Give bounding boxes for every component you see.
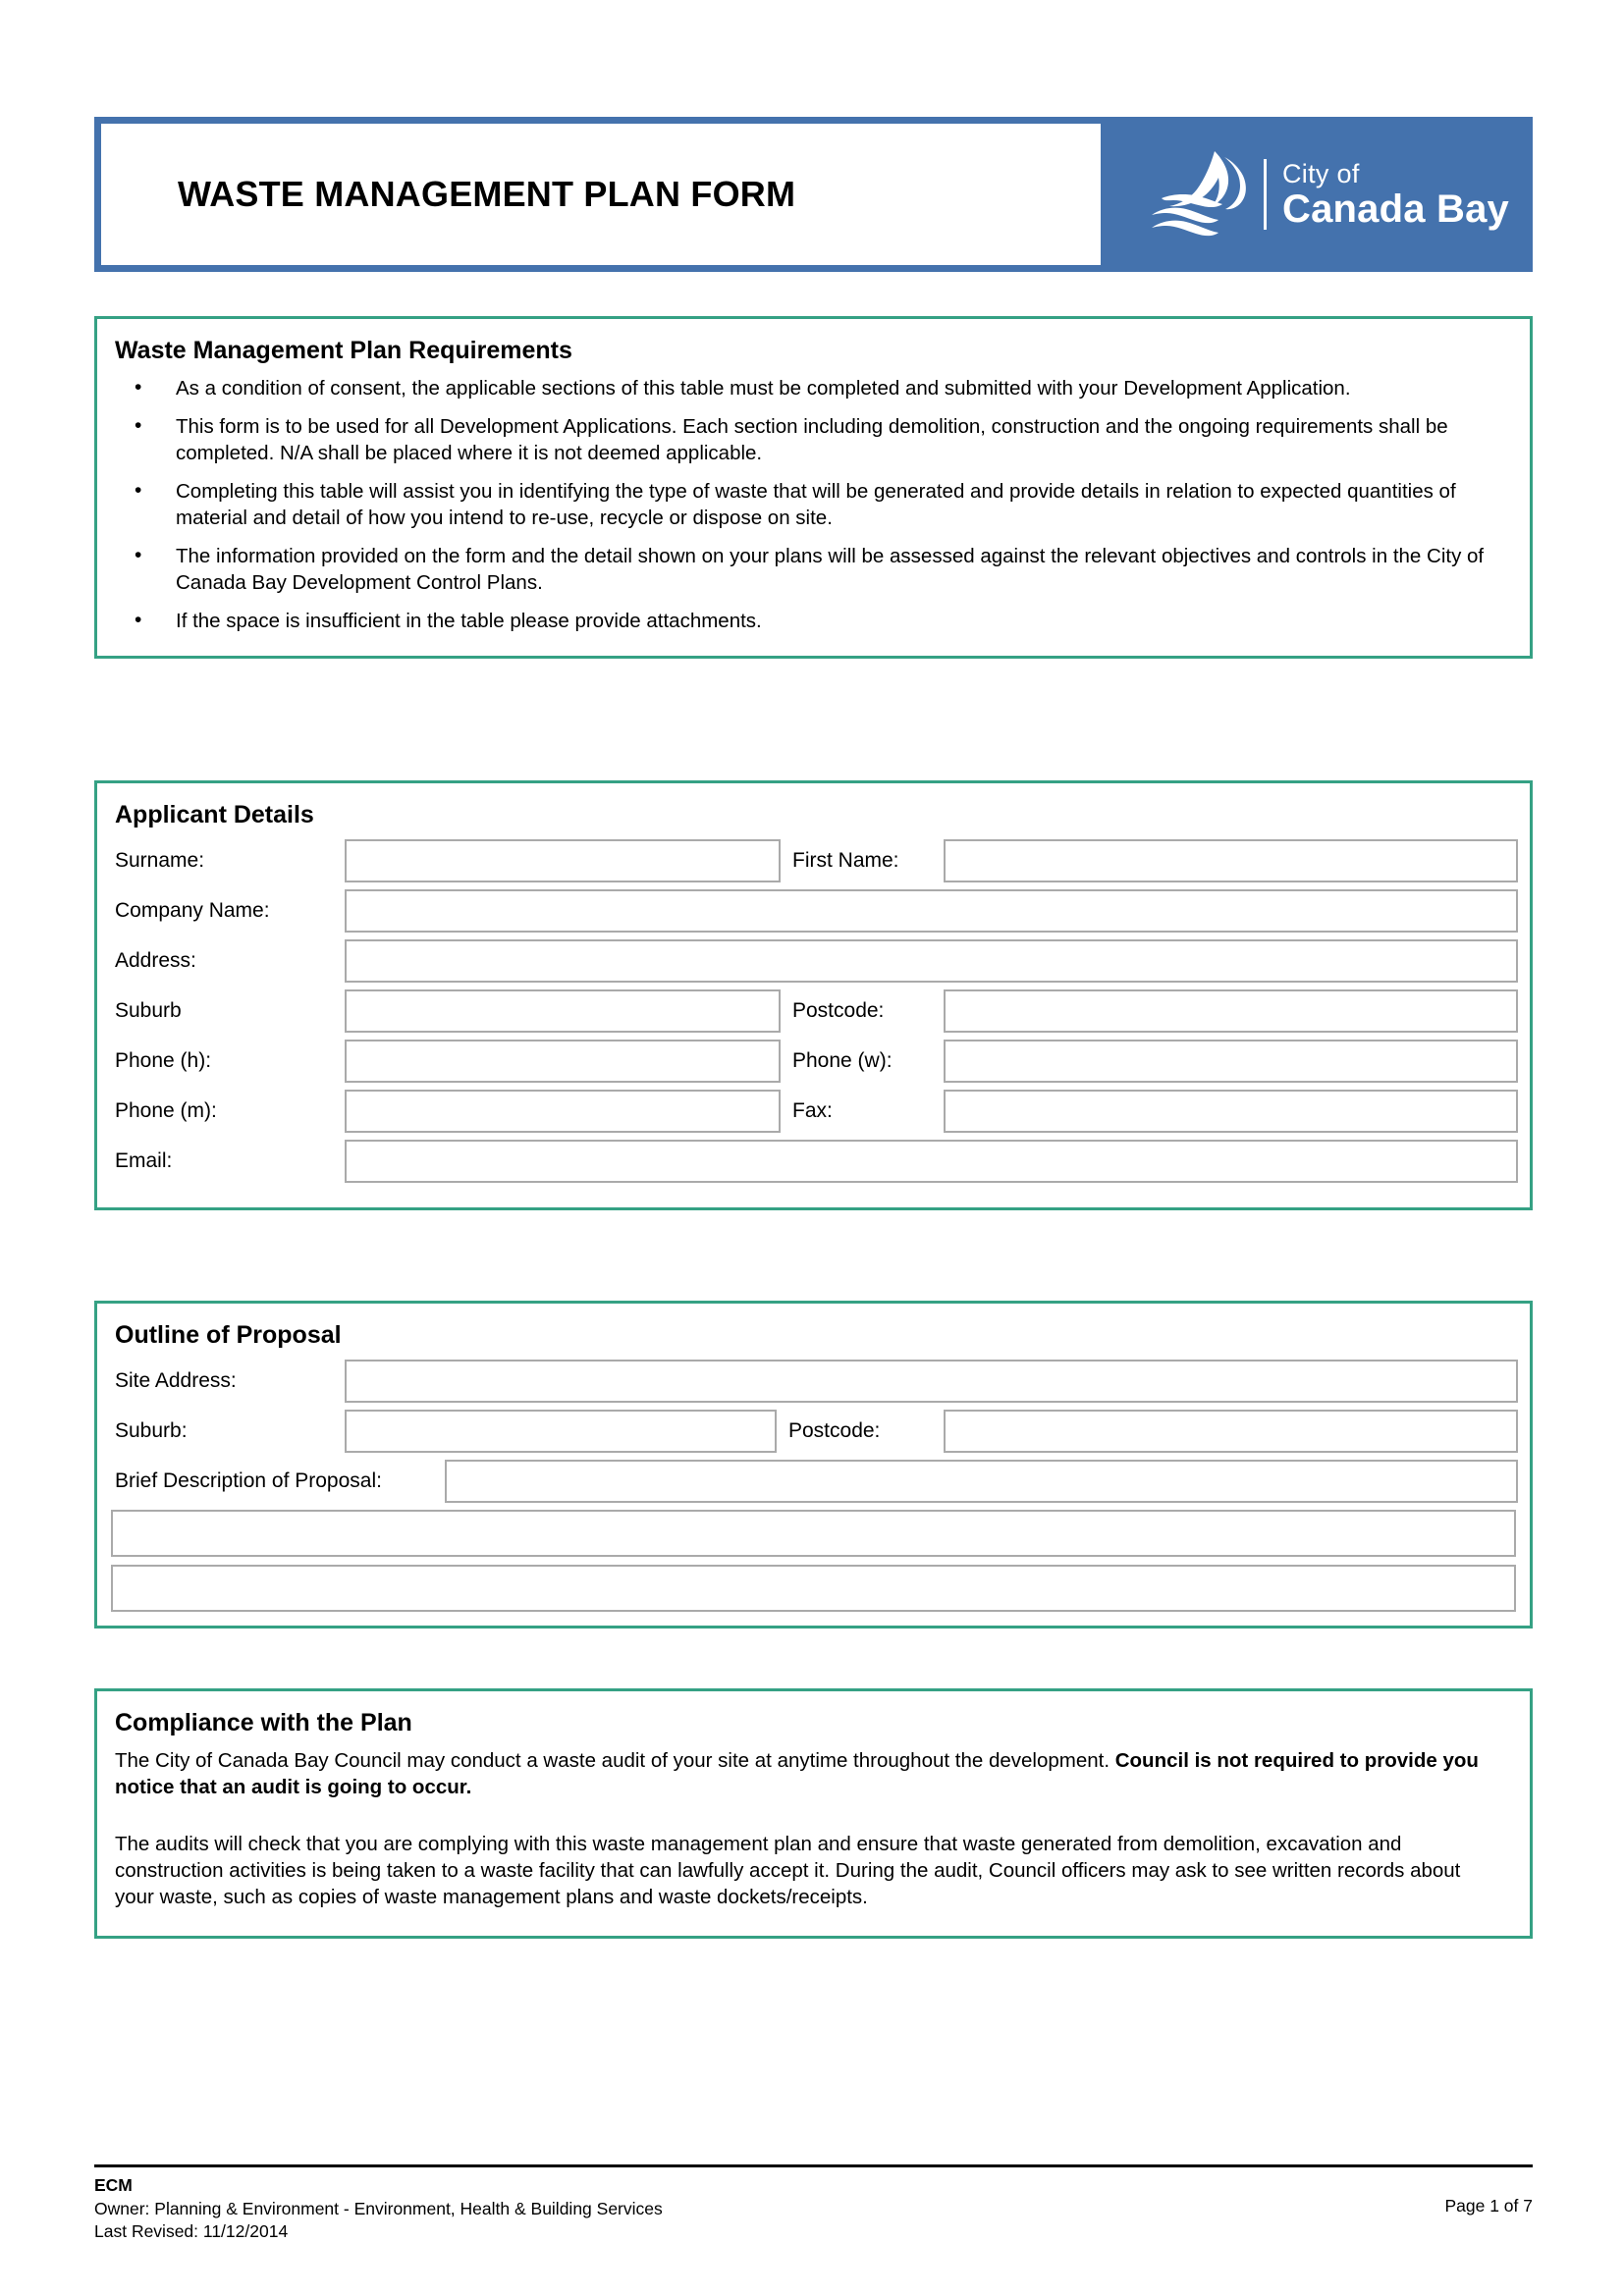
- list-item: • The information provided on the form a…: [115, 543, 1508, 596]
- form-row-company: Company Name:: [97, 889, 1530, 933]
- list-item-text: The information provided on the form and…: [176, 545, 1485, 595]
- form-row-phone-h: Phone (h): Phone (w):: [97, 1040, 1530, 1083]
- applicant-details-panel: Applicant Details Surname: First Name: C…: [94, 780, 1533, 1210]
- compliance-para1-normal: The City of Canada Bay Council may condu…: [115, 1749, 1115, 1772]
- list-item-text: Completing this table will assist you in…: [176, 480, 1456, 530]
- address-input[interactable]: [345, 939, 1518, 983]
- outline-of-proposal-panel: Outline of Proposal Site Address: Suburb…: [94, 1301, 1533, 1629]
- proposal-suburb-label: Suburb:: [115, 1419, 188, 1442]
- site-address-label: Site Address:: [115, 1369, 237, 1392]
- phone-mobile-input[interactable]: [345, 1090, 781, 1133]
- bullet-icon: •: [135, 479, 142, 503]
- footer-ecm-label: ECM: [94, 2175, 133, 2195]
- footer-page-number: Page 1 of 7: [1444, 2196, 1533, 2216]
- phone-home-input[interactable]: [345, 1040, 781, 1083]
- outline-of-proposal-heading: Outline of Proposal: [115, 1321, 342, 1349]
- company-name-label: Company Name:: [115, 899, 270, 922]
- list-item: • Completing this table will assist you …: [115, 478, 1508, 531]
- sailboat-waves-logo-icon: [1152, 151, 1246, 237]
- email-input[interactable]: [345, 1140, 1518, 1183]
- proposal-postcode-input[interactable]: [944, 1410, 1518, 1453]
- form-row-site-address: Site Address:: [97, 1360, 1530, 1403]
- brief-description-input-line3[interactable]: [111, 1565, 1516, 1612]
- brief-description-input-line2[interactable]: [111, 1510, 1516, 1557]
- phone-mobile-label: Phone (m):: [115, 1099, 217, 1122]
- logo-line-canada-bay: Canada Bay: [1282, 187, 1509, 231]
- logo-divider: [1264, 159, 1267, 230]
- requirements-list: • As a condition of consent, the applica…: [97, 375, 1530, 656]
- form-row-phone-m: Phone (m): Fax:: [97, 1090, 1530, 1133]
- logo-wordmark: City of Canada Bay: [1282, 158, 1509, 231]
- council-logo: City of Canada Bay: [1126, 124, 1519, 265]
- footer-owner-text: Owner: Planning & Environment - Environm…: [94, 2198, 663, 2218]
- compliance-paragraph-1: The City of Canada Bay Council may condu…: [115, 1747, 1504, 1801]
- applicant-form: Surname: First Name: Company Name: Addre…: [97, 839, 1530, 1207]
- first-name-label: First Name:: [792, 849, 899, 872]
- page-footer: ECM Owner: Planning & Environment - Envi…: [94, 2164, 1533, 2244]
- logo-line-city-of: City of: [1282, 158, 1360, 188]
- form-row-proposal-suburb: Suburb: Postcode:: [97, 1410, 1530, 1453]
- surname-label: Surname:: [115, 849, 205, 872]
- surname-input[interactable]: [345, 839, 781, 882]
- bullet-icon: •: [135, 609, 142, 632]
- suburb-input[interactable]: [345, 989, 781, 1033]
- document-header: WASTE MANAGEMENT PLAN FORM City of Canad…: [94, 117, 1533, 272]
- bullet-icon: •: [135, 544, 142, 567]
- compliance-paragraph-2: The audits will check that you are compl…: [115, 1832, 1461, 1909]
- postcode-label: Postcode:: [792, 999, 885, 1022]
- header-title-box: WASTE MANAGEMENT PLAN FORM: [101, 124, 1101, 265]
- list-item-text: This form is to be used for all Developm…: [176, 415, 1448, 465]
- footer-divider: [94, 2164, 1533, 2167]
- address-label: Address:: [115, 949, 196, 972]
- form-row-email: Email:: [97, 1140, 1530, 1183]
- form-row-suburb: Suburb Postcode:: [97, 989, 1530, 1033]
- bullet-icon: •: [135, 414, 142, 438]
- phone-home-label: Phone (h):: [115, 1049, 212, 1072]
- proposal-postcode-label: Postcode:: [788, 1419, 881, 1442]
- brief-description-label: Brief Description of Proposal:: [115, 1469, 382, 1492]
- footer-revised-text: Last Revised: 11/12/2014: [94, 2221, 289, 2242]
- footer-content: ECM Owner: Planning & Environment - Envi…: [94, 2174, 1533, 2244]
- suburb-label: Suburb: [115, 999, 182, 1022]
- requirements-panel: Waste Management Plan Requirements • As …: [94, 316, 1533, 660]
- form-row-brief-description: Brief Description of Proposal:: [97, 1460, 1530, 1503]
- document-page: WASTE MANAGEMENT PLAN FORM City of Canad…: [0, 0, 1624, 2296]
- bullet-icon: •: [135, 376, 142, 399]
- phone-work-input[interactable]: [944, 1040, 1518, 1083]
- list-item: • This form is to be used for all Develo…: [115, 413, 1508, 466]
- first-name-input[interactable]: [944, 839, 1518, 882]
- list-item: • If the space is insufficient in the ta…: [115, 608, 1508, 634]
- compliance-heading: Compliance with the Plan: [115, 1709, 412, 1736]
- postcode-input[interactable]: [944, 989, 1518, 1033]
- list-item: • As a condition of consent, the applica…: [115, 375, 1508, 401]
- email-label: Email:: [115, 1149, 173, 1172]
- compliance-panel: Compliance with the Plan The City of Can…: [94, 1688, 1533, 1940]
- proposal-suburb-input[interactable]: [345, 1410, 777, 1453]
- phone-work-label: Phone (w):: [792, 1049, 893, 1072]
- footer-left-block: ECM Owner: Planning & Environment - Envi…: [94, 2174, 663, 2244]
- site-address-input[interactable]: [345, 1360, 1518, 1403]
- fax-label: Fax:: [792, 1099, 833, 1122]
- company-name-input[interactable]: [345, 889, 1518, 933]
- fax-input[interactable]: [944, 1090, 1518, 1133]
- requirements-heading: Waste Management Plan Requirements: [115, 337, 572, 364]
- form-row-surname: Surname: First Name:: [97, 839, 1530, 882]
- page-title: WASTE MANAGEMENT PLAN FORM: [178, 174, 796, 214]
- list-item-text: If the space is insufficient in the tabl…: [176, 610, 762, 633]
- applicant-details-heading: Applicant Details: [115, 801, 314, 828]
- proposal-form: Site Address: Suburb: Postcode: Brief De…: [97, 1360, 1530, 1626]
- list-item-text: As a condition of consent, the applicabl…: [176, 377, 1351, 400]
- brief-description-input[interactable]: [445, 1460, 1518, 1503]
- form-row-address: Address:: [97, 939, 1530, 983]
